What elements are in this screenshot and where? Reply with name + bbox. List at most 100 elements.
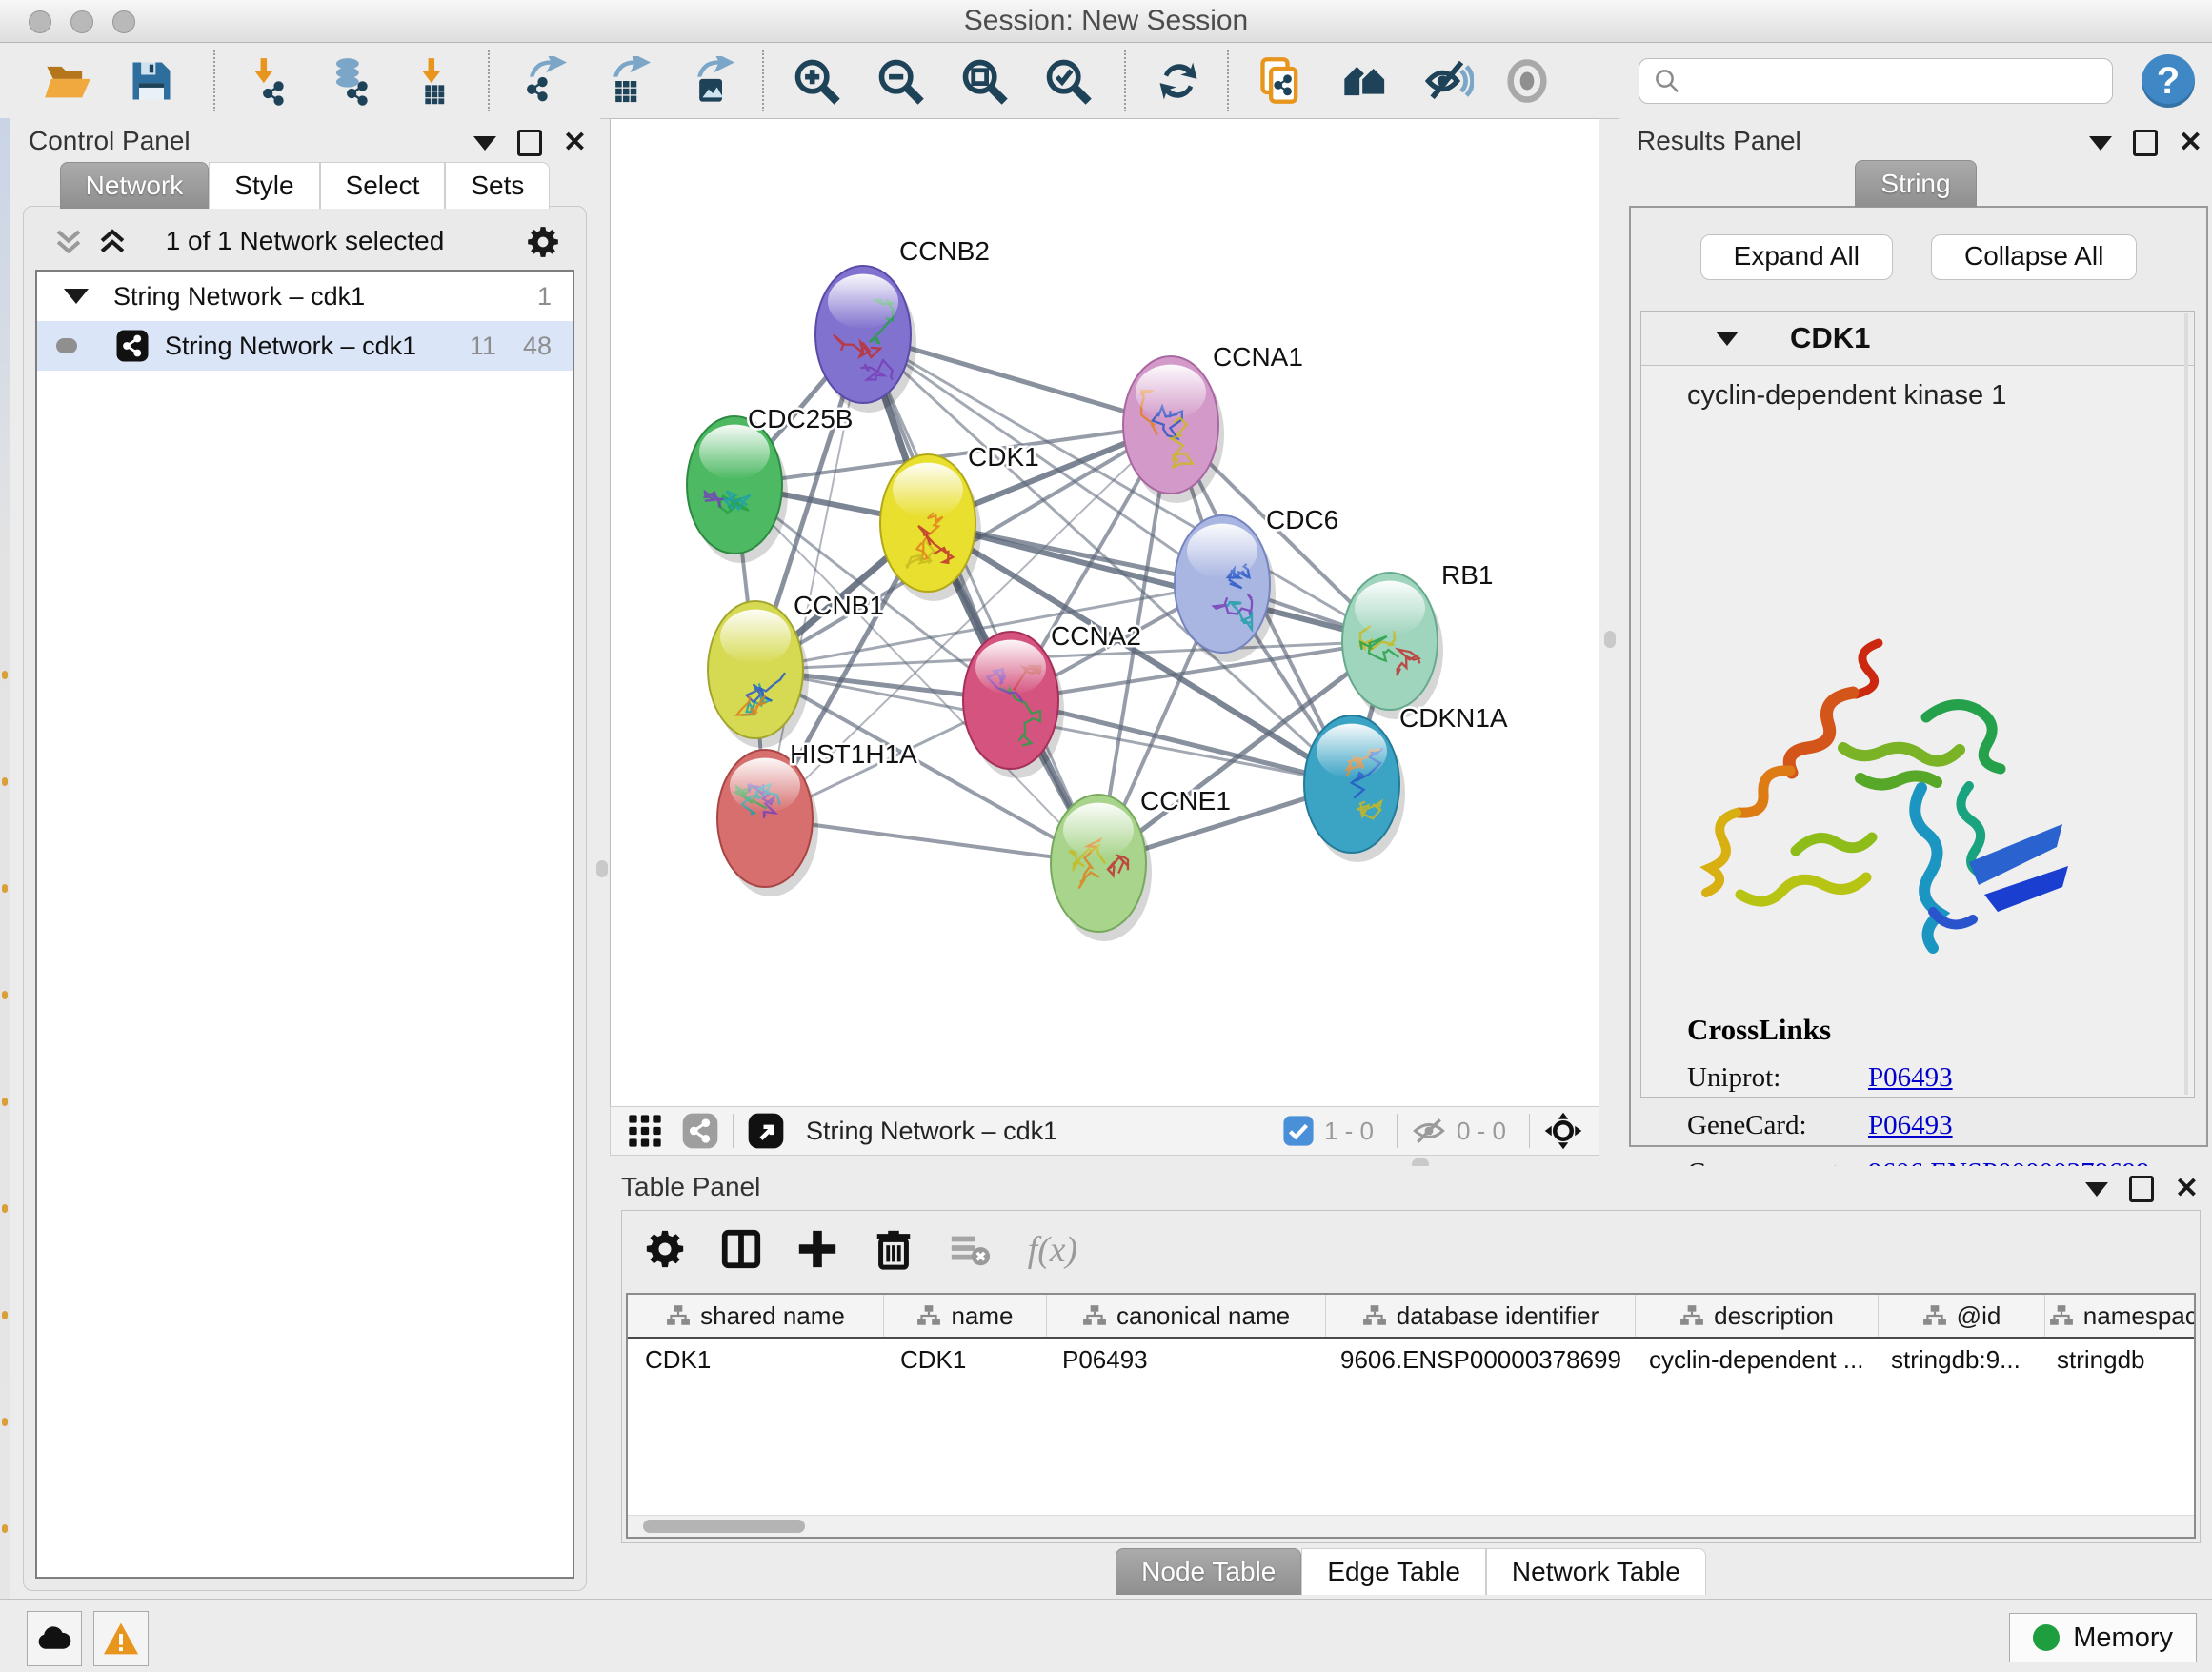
node-label-CDC25B: CDC25B — [748, 404, 853, 433]
right-splitter-handle[interactable] — [1604, 631, 1616, 648]
tab-style[interactable]: Style — [209, 162, 319, 209]
save-session-button[interactable] — [122, 52, 181, 110]
zoom-out-button[interactable] — [871, 52, 930, 110]
scrollbar-thumb[interactable] — [643, 1520, 805, 1533]
column-header-name[interactable]: name — [884, 1295, 1047, 1337]
column-header-database-identifier[interactable]: database identifier — [1326, 1295, 1636, 1337]
apply-layout-button[interactable] — [1149, 52, 1208, 110]
cell-description[interactable]: cyclin-dependent ... — [1632, 1345, 1874, 1375]
zoom-fit-button[interactable] — [955, 52, 1014, 110]
show-welcome-screen-button[interactable] — [1336, 52, 1395, 110]
column-header-namespace[interactable]: namespace — [2045, 1295, 2196, 1337]
float-panel-icon[interactable] — [2133, 130, 2158, 156]
tab-string[interactable]: String — [1855, 160, 1976, 207]
export-network-button[interactable] — [513, 52, 572, 110]
network-row[interactable]: String Network – cdk1 11 48 — [37, 321, 573, 371]
cell-namespace[interactable]: stringdb — [2040, 1345, 2196, 1375]
network-canvas[interactable]: CCNB2 CCNA1 CDC25B CDK1 CDC6 — [610, 118, 1599, 1107]
delete-table-button[interactable] — [948, 1227, 992, 1271]
open-session-button[interactable] — [38, 52, 97, 110]
float-panel-icon[interactable] — [2129, 1176, 2154, 1202]
column-header-canonical-name[interactable]: canonical name — [1047, 1295, 1326, 1337]
node-RB1[interactable]: RB1 — [1342, 560, 1493, 719]
cell-canonical-name[interactable]: P06493 — [1045, 1345, 1323, 1375]
column-header-shared-name[interactable]: shared name — [628, 1295, 884, 1337]
tab-network[interactable]: Network — [60, 162, 210, 209]
table-horizontal-scrollbar[interactable] — [628, 1515, 2194, 1537]
node-label-CCNE1: CCNE1 — [1140, 786, 1231, 816]
cloud-button[interactable] — [27, 1611, 82, 1666]
collapse-all-button[interactable]: Collapse All — [1931, 234, 2137, 280]
network-share-icon[interactable] — [681, 1112, 719, 1150]
tab-network-table[interactable]: Network Table — [1486, 1548, 1706, 1595]
hide-graphics-details-button[interactable] — [1419, 52, 1478, 110]
warnings-button[interactable] — [93, 1611, 149, 1666]
tab-node-table[interactable]: Node Table — [1116, 1548, 1301, 1595]
crosslink-link[interactable]: P06493 — [1868, 1110, 1953, 1141]
table-settings-button[interactable] — [643, 1227, 687, 1271]
close-panel-icon[interactable]: ✕ — [2175, 1178, 2199, 1199]
hidden-eye-icon[interactable] — [1411, 1115, 1447, 1147]
panel-menu-icon[interactable] — [2089, 136, 2112, 151]
zoom-in-button[interactable] — [787, 52, 846, 110]
memory-button[interactable]: Memory — [2009, 1613, 2197, 1662]
selected-checkbox-icon[interactable] — [1282, 1115, 1315, 1147]
show-columns-button[interactable] — [719, 1227, 763, 1271]
results-scrollbar[interactable] — [2184, 313, 2188, 1095]
tab-select[interactable]: Select — [320, 162, 446, 209]
node-CDC6[interactable]: CDC6 — [1175, 505, 1338, 662]
cell-database-identifier[interactable]: 9606.ENSP00000378699 — [1323, 1345, 1632, 1375]
network-from-selection-button[interactable] — [1252, 52, 1311, 110]
function-builder-button[interactable]: f(x) — [1024, 1227, 1085, 1271]
cell-name[interactable]: CDK1 — [883, 1345, 1045, 1375]
import-table-file-button[interactable] — [404, 52, 463, 110]
node-HIST1H1A[interactable]: HIST1H1A — [717, 739, 917, 896]
panel-menu-icon[interactable] — [473, 136, 496, 151]
panel-menu-icon[interactable] — [2085, 1182, 2108, 1197]
detach-view-icon[interactable] — [747, 1112, 785, 1150]
add-column-button[interactable] — [795, 1227, 839, 1271]
node-CCNB2[interactable]: CCNB2 — [815, 236, 990, 413]
node-CDC25B[interactable]: CDC25B — [687, 404, 853, 563]
import-network-file-button[interactable] — [236, 52, 295, 110]
cell--id[interactable]: stringdb:9... — [1874, 1345, 2040, 1375]
delete-column-button[interactable] — [872, 1227, 915, 1271]
edge-CCNB2-CCNE1[interactable] — [863, 334, 1098, 863]
node-CCNE1[interactable]: CCNE1 — [1051, 786, 1231, 941]
table-panel-tabs: Node TableEdge TableNetwork Table — [610, 1548, 2212, 1595]
section-expander-icon[interactable] — [1716, 332, 1739, 346]
cell-shared-name[interactable]: CDK1 — [628, 1345, 883, 1375]
memory-label: Memory — [2073, 1622, 2173, 1654]
node-table[interactable]: shared namenamecanonical namedatabase id… — [626, 1293, 2196, 1539]
export-table-button[interactable] — [596, 52, 655, 110]
import-network-database-button[interactable] — [320, 52, 379, 110]
table-row[interactable]: CDK1CDK1P064939606.ENSP00000378699cyclin… — [628, 1339, 2194, 1380]
network-tab-container: 1 of 1 Network selected String Network –… — [23, 206, 587, 1591]
search-box[interactable] — [1639, 58, 2113, 104]
search-input[interactable] — [1691, 66, 2112, 97]
zoom-selected-button[interactable] — [1038, 52, 1097, 110]
network-collection-row[interactable]: String Network – cdk1 1 — [37, 272, 573, 321]
node-CCNB1[interactable]: CCNB1 — [708, 591, 884, 748]
help-button[interactable]: ? — [2142, 54, 2195, 108]
expand-all-button[interactable]: Expand All — [1700, 234, 1893, 280]
export-image-button[interactable] — [680, 52, 739, 110]
left-splitter-handle[interactable] — [596, 860, 608, 877]
node-CDKN1A[interactable]: CDKN1A — [1304, 703, 1508, 862]
close-panel-icon[interactable]: ✕ — [563, 132, 587, 153]
gene-section-header[interactable]: CDK1 — [1641, 312, 2194, 366]
column-header--id[interactable]: @id — [1879, 1295, 2045, 1337]
network-options-gear-icon[interactable] — [525, 224, 561, 260]
collection-expander-icon[interactable] — [64, 289, 89, 304]
tab-sets[interactable]: Sets — [445, 162, 550, 209]
birdseye-view-button[interactable] — [1498, 52, 1557, 110]
tab-edge-table[interactable]: Edge Table — [1301, 1548, 1486, 1595]
column-header-description[interactable]: description — [1636, 1295, 1879, 1337]
float-panel-icon[interactable] — [517, 130, 542, 156]
node-label-RB1: RB1 — [1441, 560, 1493, 590]
node-CCNA1[interactable]: CCNA1 — [1123, 342, 1303, 503]
birdseye-toggle-icon[interactable] — [1543, 1111, 1583, 1151]
grid-view-icon[interactable] — [626, 1112, 664, 1150]
crosslink-link[interactable]: P06493 — [1868, 1062, 1953, 1094]
close-panel-icon[interactable]: ✕ — [2179, 132, 2202, 153]
